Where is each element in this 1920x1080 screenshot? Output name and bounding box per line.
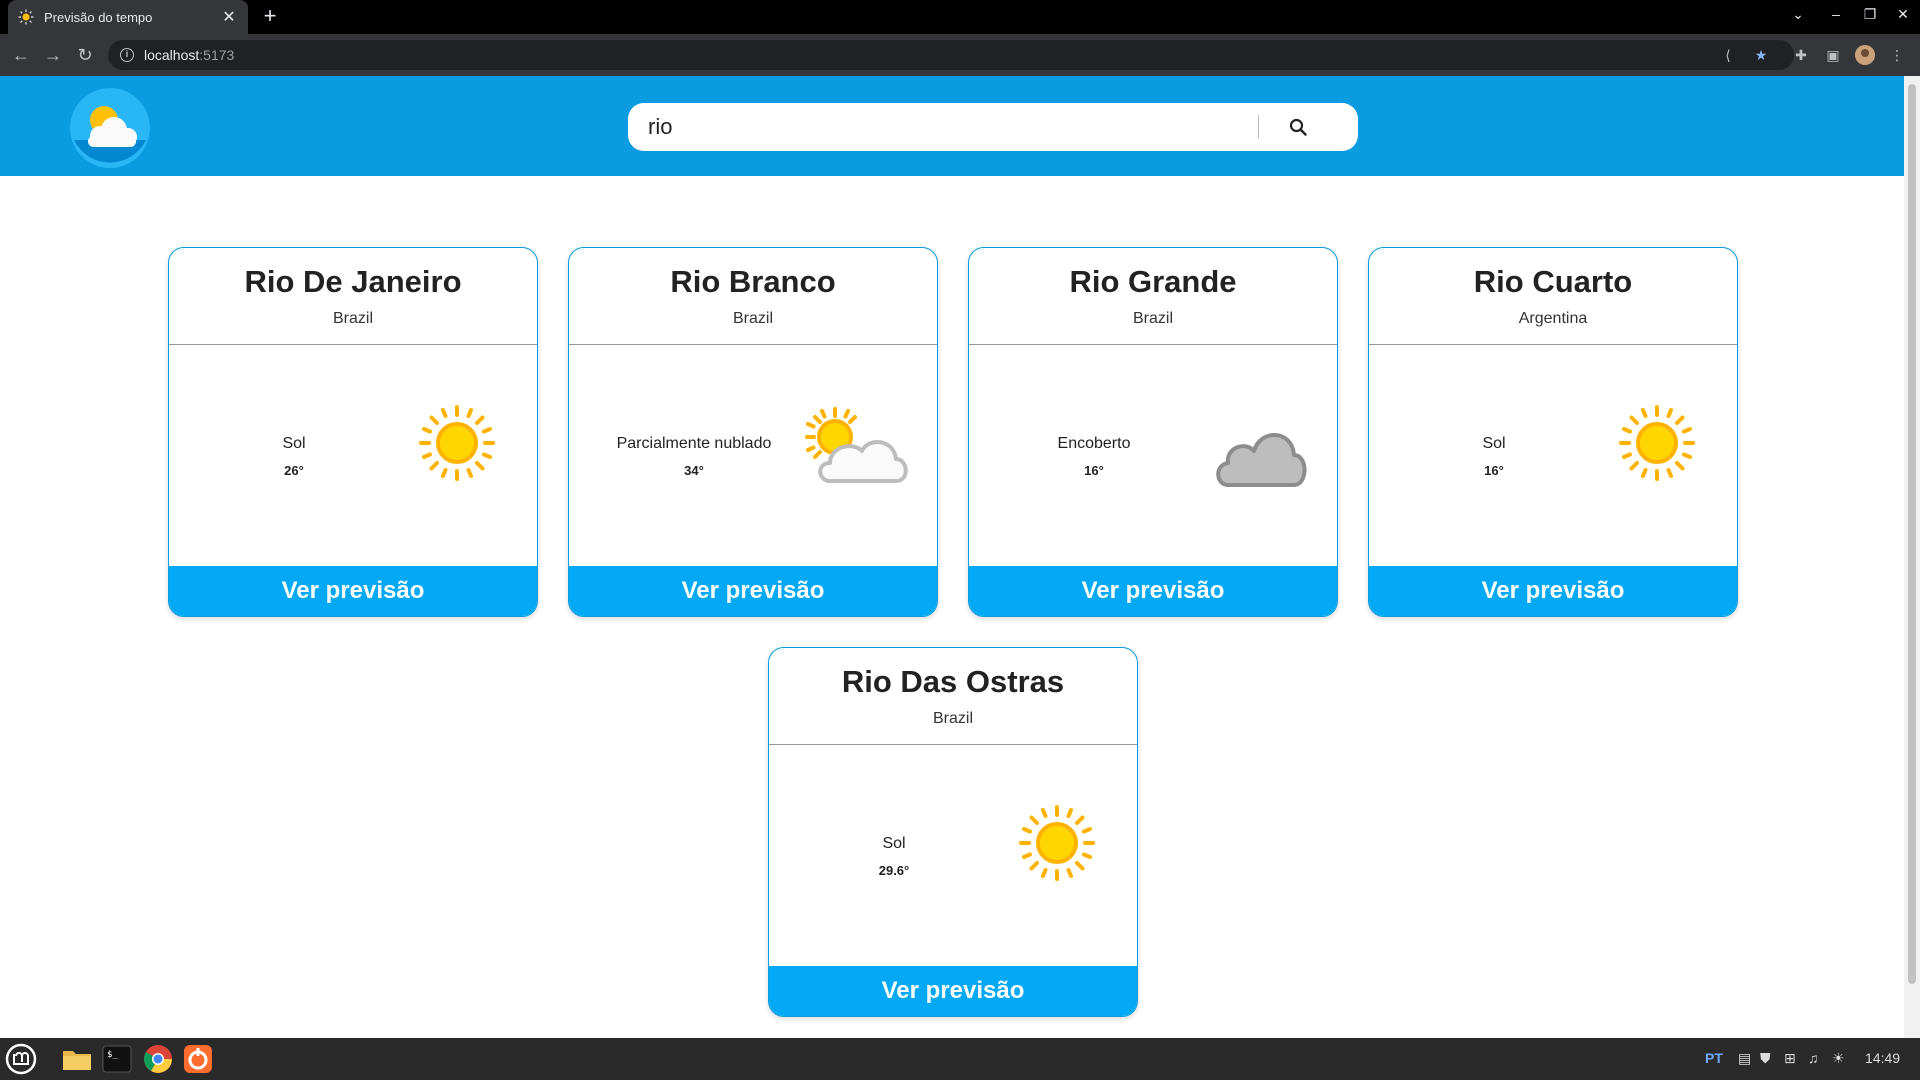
weather-condition: Sol (1482, 435, 1506, 452)
mint-menu-icon[interactable] (4, 1042, 38, 1076)
card-body: Parcialmente nublado 34° (569, 345, 937, 568)
city-card: Rio De Janeiro Brazil Sol 26° Ver previs… (168, 247, 538, 617)
card-header: Rio Branco Brazil (569, 248, 937, 345)
browser-tab[interactable]: Previsão do tempo ✕ (8, 0, 248, 34)
url-port: :5173 (199, 47, 235, 63)
city-name: Rio Das Ostras (841, 664, 1065, 699)
app-header (0, 76, 1904, 176)
restore-icon[interactable]: ❐ (1860, 6, 1880, 23)
ver-previsao-button[interactable]: Ver previsão (969, 566, 1337, 616)
browser-tabbar: Previsão do tempo ✕ + ⌄ – ❐ ✕ (0, 0, 1920, 34)
sun-icon (1019, 805, 1095, 886)
brightness-icon[interactable]: ☀ (1832, 1050, 1845, 1067)
shield-icon[interactable]: ⛊ (1760, 1050, 1771, 1067)
temperature: 16° (1484, 463, 1504, 478)
city-name: Rio Grande (1069, 264, 1237, 299)
clock[interactable]: 14:49 (1865, 1050, 1900, 1066)
ver-previsao-button[interactable]: Ver previsão (769, 966, 1137, 1016)
profile-avatar[interactable] (1855, 45, 1875, 65)
firefox-icon[interactable] (181, 1042, 215, 1076)
city-card: Rio Grande Brazil Encoberto 16° Ver prev… (968, 247, 1338, 617)
chrome-icon[interactable] (141, 1042, 175, 1076)
country-name: Brazil (1132, 310, 1173, 327)
ver-previsao-button[interactable]: Ver previsão (169, 566, 537, 616)
temperature: 16° (1084, 463, 1104, 478)
card-header: Rio Cuarto Argentina (1369, 248, 1737, 345)
card-header: Rio Grande Brazil (969, 248, 1337, 345)
tab-title: Previsão do tempo (44, 9, 153, 25)
search-icon (1289, 118, 1307, 136)
sun-icon (419, 405, 495, 486)
city-card: Rio Das Ostras Brazil Sol 29.6° Ver prev… (768, 647, 1138, 1017)
temperature: 29.6° (878, 863, 910, 878)
card-header: Rio De Janeiro Brazil (169, 248, 537, 345)
city-name: Rio Cuarto (1473, 264, 1633, 299)
network-icon[interactable]: ⊞ (1784, 1050, 1796, 1067)
card-body: Sol 26° (169, 345, 537, 568)
new-tab-button[interactable]: + (258, 5, 282, 29)
extensions-icon[interactable]: ✚ (1791, 45, 1811, 65)
scrollbar-thumb[interactable] (1908, 84, 1916, 984)
sun-icon (1619, 405, 1695, 486)
city-name: Rio Branco (670, 264, 836, 299)
svg-text:$_: $_ (107, 1050, 118, 1060)
ver-previsao-button[interactable]: Ver previsão (1369, 566, 1737, 616)
site-info-icon[interactable]: i (120, 48, 134, 62)
search-bar (628, 103, 1358, 151)
url-host: localhost (144, 47, 200, 63)
weather-condition: Sol (882, 835, 906, 852)
back-icon[interactable]: ← (10, 44, 32, 66)
bookmark-star-icon[interactable]: ★ (1751, 45, 1771, 65)
cloud-icon (1212, 423, 1308, 494)
reload-icon[interactable]: ↻ (74, 44, 96, 66)
app-viewport: Rio De Janeiro Brazil Sol 26° Ver previs… (0, 76, 1904, 1038)
card-header: Rio Das Ostras Brazil (769, 648, 1137, 745)
weather-condition: Encoberto (1057, 435, 1131, 452)
browser-toolbar: ← → ↻ i localhost :5173 ⟨ ★ ✚ ▣ ⋮ (0, 34, 1920, 76)
weather-condition: Sol (282, 435, 306, 452)
keyboard-layout-label[interactable]: PT (1705, 1050, 1723, 1066)
tab-search-chevron-icon[interactable]: ⌄ (1788, 6, 1808, 23)
tab-close-icon[interactable]: ✕ (220, 7, 238, 27)
country-name: Brazil (932, 710, 973, 727)
city-card: Rio Branco Brazil Parcialmente nublado 3… (568, 247, 938, 617)
card-body: Encoberto 16° (969, 345, 1337, 568)
weather-logo-icon[interactable] (70, 88, 150, 168)
temperature: 26° (284, 463, 304, 478)
menu-kebab-icon[interactable]: ⋮ (1887, 45, 1907, 65)
temperature: 34° (684, 463, 704, 478)
address-bar[interactable]: i localhost :5173 (108, 40, 1794, 70)
weather-condition: Parcialmente nublado (616, 435, 772, 452)
terminal-icon[interactable]: $_ (100, 1042, 134, 1076)
side-panel-icon[interactable]: ▣ (1823, 45, 1843, 65)
search-button[interactable] (1259, 103, 1337, 151)
country-name: Brazil (332, 310, 373, 327)
country-name: Argentina (1518, 310, 1588, 327)
close-window-icon[interactable]: ✕ (1893, 6, 1913, 23)
card-body: Sol 16° (1369, 345, 1737, 568)
share-icon[interactable]: ⟨ (1718, 45, 1738, 65)
sound-icon[interactable]: ♫ (1808, 1050, 1819, 1066)
minimize-icon[interactable]: – (1826, 6, 1846, 22)
search-input[interactable] (648, 114, 1248, 140)
card-body: Sol 29.6° (769, 745, 1137, 968)
clipboard-icon[interactable]: ▤ (1738, 1050, 1751, 1067)
ver-previsao-button[interactable]: Ver previsão (569, 566, 937, 616)
city-card: Rio Cuarto Argentina Sol 16° Ver previsã… (1368, 247, 1738, 617)
sun-favicon-icon (18, 9, 34, 25)
partly-cloudy-icon (802, 407, 912, 492)
forward-icon[interactable]: → (42, 44, 64, 66)
os-taskbar: $_ PT ▤ ⛊ ⊞ ♫ ☀ 14:49 (0, 1038, 1920, 1080)
files-folder-icon[interactable] (60, 1042, 94, 1076)
city-name: Rio De Janeiro (244, 264, 462, 299)
country-name: Brazil (732, 310, 773, 327)
